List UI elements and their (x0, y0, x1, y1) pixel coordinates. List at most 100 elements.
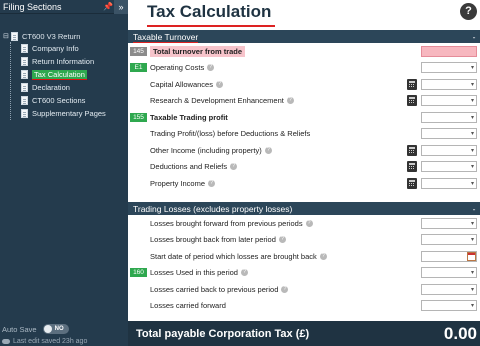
help-icon[interactable]: ? (278, 236, 286, 244)
trading-profit-before-field[interactable]: ▾ (421, 128, 477, 140)
sidebar-footer: Auto Save NO Last edit saved 23h ago (0, 322, 128, 346)
chevron-down-icon: ▾ (470, 303, 474, 310)
row-start-date: Start date of period which losses are br… (128, 248, 480, 265)
row-label: Other Income (including property) (150, 145, 262, 155)
capital-allowances-field[interactable]: ▾ (421, 78, 477, 90)
row-label: Operating Costs (150, 63, 205, 73)
sidebar-item-label: Company Info (32, 44, 79, 53)
chevron-down-icon: ▾ (470, 180, 474, 187)
total-value: 0.00 (443, 323, 477, 343)
cloud-icon (2, 338, 10, 344)
row-rd-enhancement: Research & Development Enhancement ? ▾ (128, 93, 480, 110)
row-other-income: Other Income (including property) ? ▾ (128, 142, 480, 159)
row-label: Losses carried forward (150, 301, 226, 311)
row-losses-brought-forward: Losses brought forward from previous per… (128, 215, 480, 232)
sidebar-item-company-info[interactable]: Company Info (21, 42, 128, 55)
pin-icon[interactable]: 📌 (102, 2, 114, 11)
title-underline (147, 25, 275, 27)
chevron-down-icon: ▾ (470, 98, 474, 105)
chevron-down-icon: ▾ (470, 270, 474, 277)
chevron-down-icon: ▾ (470, 286, 474, 293)
collapse-toggle-icon[interactable]: ⊟ (3, 32, 11, 40)
help-icon[interactable]: ? (208, 179, 216, 187)
section-tree: ⊟ CT600 V3 Return Company Info Return In… (0, 14, 128, 120)
row-label: Capital Allowances (150, 79, 213, 89)
chevron-down-icon: ▾ (470, 65, 474, 72)
row-label: Research & Development Enhancement (150, 96, 284, 106)
box-number-badge: 145 (130, 46, 147, 56)
other-income-field[interactable]: ▾ (421, 144, 477, 156)
row-label: Losses brought forward from previous per… (150, 218, 303, 228)
calendar-icon[interactable] (467, 251, 476, 261)
operating-costs-field[interactable]: ▾ (421, 62, 477, 74)
section-title: Taxable Turnover (133, 31, 199, 43)
losses-used-field[interactable]: ▾ (421, 267, 477, 279)
chevron-down-icon: ▾ (470, 220, 474, 227)
taxable-trading-profit-field[interactable]: ▾ (421, 111, 477, 123)
tree-root[interactable]: ⊟ CT600 V3 Return (0, 30, 128, 42)
help-icon[interactable]: ? (281, 285, 289, 293)
losses-brought-forward-field[interactable]: ▾ (421, 217, 477, 229)
help-icon[interactable]: ? (286, 97, 294, 105)
question-mark-icon[interactable]: ? (460, 3, 477, 20)
row-label: Trading Profit/(loss) before Deductions … (150, 129, 311, 139)
sidebar-item-label: Return Information (32, 57, 95, 66)
last-edit-status: Last edit saved 23h ago (0, 336, 128, 346)
total-turnover-field[interactable] (421, 45, 477, 57)
box-number-badge: 155 (130, 112, 147, 122)
help-icon[interactable]: ? (207, 64, 215, 72)
row-label: Losses brought back from later period (150, 235, 276, 245)
help-icon[interactable]: ? (319, 252, 327, 260)
autosave-toggle[interactable]: NO (42, 324, 69, 334)
total-bar: Total payable Corporation Tax (£) 0.00 (128, 321, 480, 346)
main-panel: Tax Calculation ? Taxable Turnover - 145… (128, 0, 480, 346)
losses-carried-back-field[interactable]: ▾ (421, 283, 477, 295)
calculator-icon[interactable] (407, 95, 417, 107)
row-losses-brought-back: Losses brought back from later period ? … (128, 232, 480, 249)
sidebar-item-label: Supplementary Pages (32, 109, 106, 118)
row-label: Total turnover from trade (153, 46, 243, 56)
calculator-icon[interactable] (407, 144, 417, 156)
help-icon[interactable]: ? (215, 80, 223, 88)
sidebar-item-supplementary-pages[interactable]: Supplementary Pages (21, 107, 128, 120)
calculator-icon[interactable] (407, 78, 417, 90)
tree-root-label: CT600 V3 Return (22, 31, 81, 41)
deductions-reliefs-field[interactable]: ▾ (421, 161, 477, 173)
autosave-toggle-text: NO (54, 326, 64, 332)
double-chevron-right-icon[interactable]: » (114, 0, 128, 14)
collapse-icon[interactable]: - (468, 32, 480, 42)
sidebar-item-tax-calculation[interactable]: Tax Calculation (21, 68, 128, 81)
help-icon[interactable]: ? (240, 269, 248, 277)
losses-brought-back-field[interactable]: ▾ (421, 234, 477, 246)
collapse-icon[interactable]: - (468, 204, 480, 214)
box-number-badge: 160 (130, 268, 147, 278)
section-header-taxable-turnover[interactable]: Taxable Turnover - (128, 30, 480, 43)
calculator-icon[interactable] (407, 161, 417, 173)
chevron-down-icon: ▾ (470, 237, 474, 244)
row-label: Deductions and Reliefs (150, 162, 228, 172)
autosave-label: Auto Save (2, 324, 37, 334)
toggle-knob (43, 325, 52, 333)
sidebar-item-declaration[interactable]: Declaration (21, 81, 128, 94)
help-icon[interactable]: ? (230, 163, 238, 171)
section-header-trading-losses[interactable]: Trading Losses (excludes property losses… (128, 202, 480, 215)
property-income-field[interactable]: ▾ (421, 177, 477, 189)
trading-losses-section: Trading Losses (excludes property losses… (128, 202, 480, 314)
page-title: Tax Calculation (147, 2, 272, 21)
losses-carried-forward-field[interactable]: ▾ (421, 300, 477, 312)
row-taxable-trading-profit: 155 Taxable Trading profit ▾ (128, 109, 480, 126)
rd-enhancement-field[interactable]: ▾ (421, 95, 477, 107)
calculator-icon[interactable] (407, 177, 417, 189)
document-icon (21, 109, 28, 118)
row-label: Losses Used in this period (150, 268, 238, 278)
sidebar-header: Filing Sections 📌 » (0, 0, 128, 14)
help-icon[interactable]: ? (305, 219, 313, 227)
sidebar-item-ct600-sections[interactable]: CT600 Sections (21, 94, 128, 107)
sidebar-item-return-information[interactable]: Return Information (21, 55, 128, 68)
row-label: Property Income (150, 178, 206, 188)
row-total-turnover: 145 Total turnover from trade (128, 43, 480, 60)
chevron-down-icon: ▾ (470, 114, 474, 121)
document-icon (21, 96, 28, 105)
chevron-down-icon: ▾ (470, 147, 474, 154)
help-icon[interactable]: ? (264, 146, 272, 154)
